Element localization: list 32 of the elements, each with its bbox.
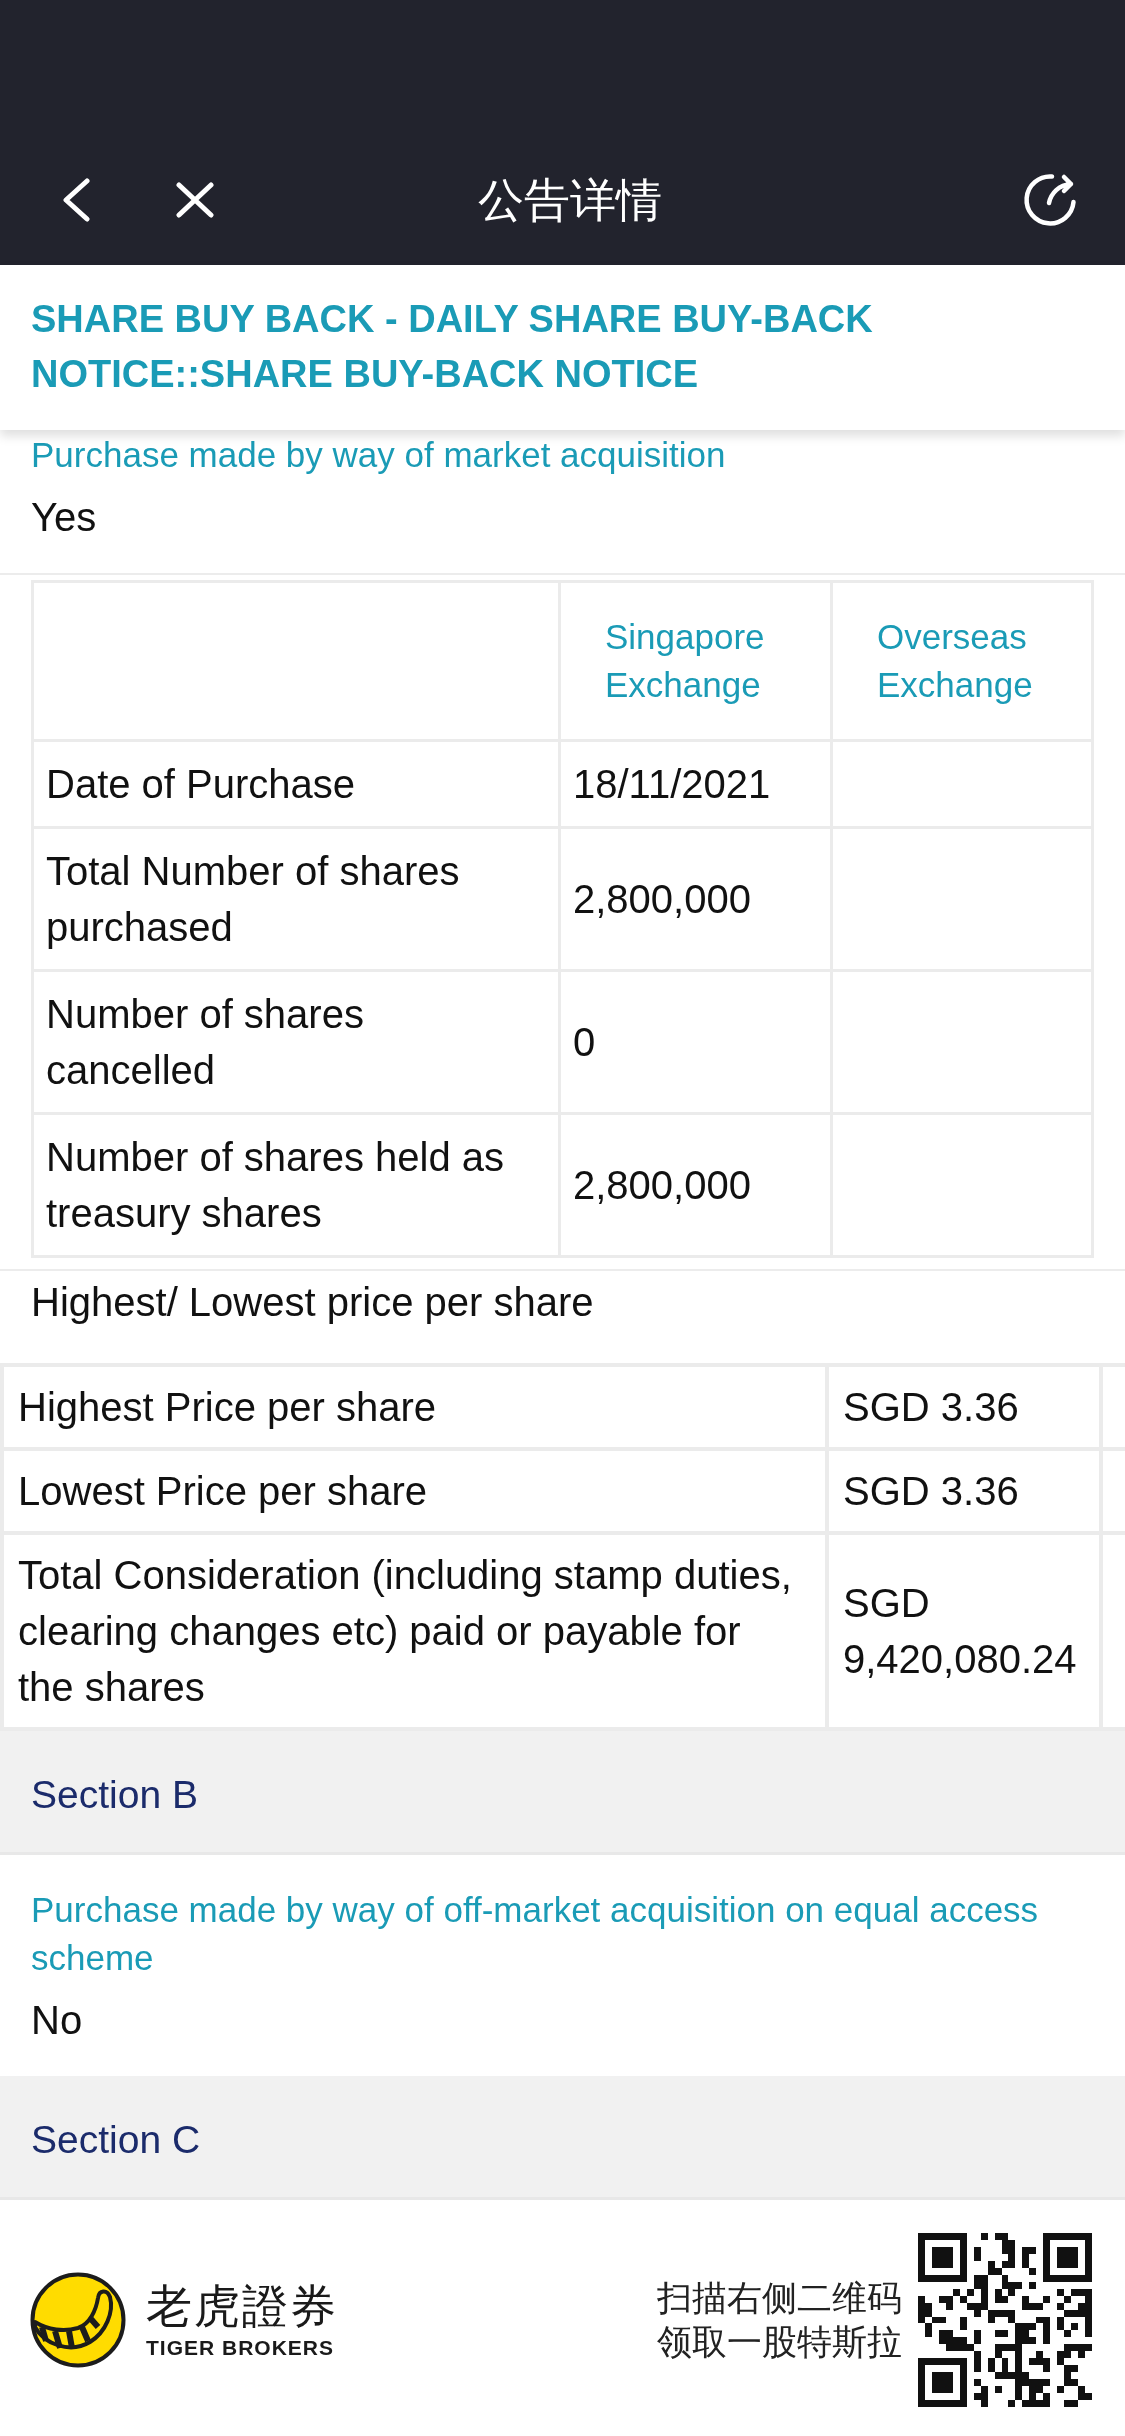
table-cell: 0 [559, 970, 832, 1114]
field-label: Purchase made by way of market acquisition [31, 434, 727, 476]
brand-name: 老虎證券 [146, 2279, 338, 2334]
back-icon[interactable] [61, 178, 91, 222]
section-title: Section C [31, 2116, 201, 2163]
brand-subtitle: TIGER BROKERS [146, 2335, 335, 2361]
qr-code-icon [918, 2233, 1092, 2407]
notice-title: SHARE BUY BACK - DAILY SHARE BUY-BACK NOTICE::SHARE BUY-BACK NOTICE [31, 297, 874, 397]
table-cell: 2,800,000 [559, 1113, 832, 1257]
promo-text: 领取一股特斯拉 [657, 2321, 902, 2363]
table-cell: Number of shares held as treasury shares [32, 1113, 560, 1257]
table-cell: 18/11/2021 [559, 740, 832, 828]
section-title: Section B [31, 1771, 198, 1818]
field-value: No [31, 1997, 84, 2044]
table-header-cell: Singapore Exchange [559, 581, 832, 741]
table-cell: Number of shares cancelled [32, 970, 560, 1114]
promo-text: 扫描右侧二维码 [657, 2277, 902, 2319]
table-cell: Date of Purchase [32, 740, 560, 828]
table-cell: 2,800,000 [559, 827, 832, 971]
table-cell: SGD 3.36 [827, 1449, 1101, 1533]
table-cell: Total Number of shares purchased [32, 827, 560, 971]
field-value: Yes [31, 494, 98, 541]
table-cell: Highest Price per share [2, 1365, 827, 1449]
table-header-cell: Overseas Exchange [831, 581, 1093, 741]
refresh-icon[interactable] [1022, 172, 1078, 228]
close-icon[interactable] [176, 182, 214, 218]
table-cell: Lowest Price per share [2, 1449, 827, 1533]
table-heading: Highest/ Lowest price per share [31, 1280, 594, 1324]
table-cell: SGD 3.36 [827, 1365, 1101, 1449]
logo-icon [30, 2272, 126, 2368]
field-label: Purchase made by way of off-market acquisition on equal access scheme [31, 1889, 1040, 1979]
nav-title: 公告详情 [477, 173, 662, 228]
